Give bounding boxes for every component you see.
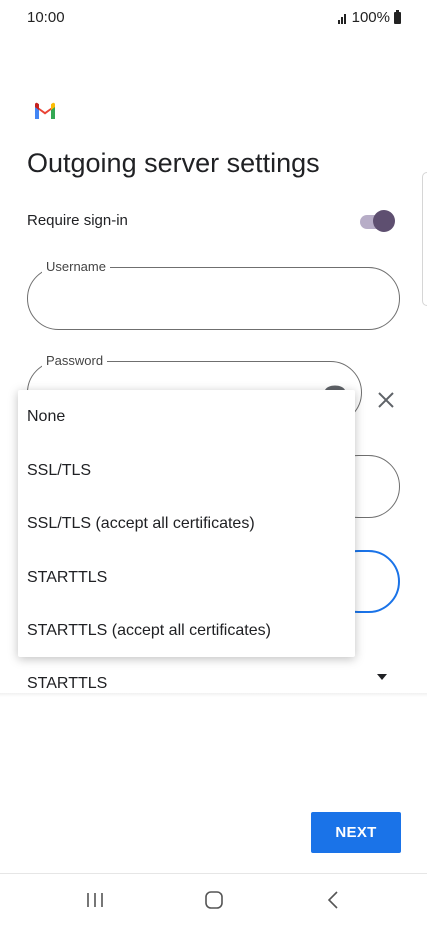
menu-item-ssl-tls[interactable]: SSL/TLS	[27, 462, 91, 480]
home-icon[interactable]	[205, 891, 223, 909]
back-icon[interactable]	[327, 891, 339, 909]
signal-icon	[337, 12, 346, 24]
battery-icon	[394, 9, 401, 24]
menu-item-none[interactable]: None	[27, 408, 65, 426]
dropdown-arrow-icon[interactable]	[377, 674, 387, 680]
menu-item-starttls-accept-all[interactable]: STARTTLS (accept all certificates)	[27, 622, 271, 640]
gmail-logo	[35, 102, 55, 119]
close-icon[interactable]	[376, 390, 396, 410]
status-time: 10:00	[27, 9, 65, 26]
username-field[interactable]: Username	[27, 259, 400, 330]
next-button[interactable]: NEXT	[311, 812, 401, 853]
page-title: Outgoing server settings	[27, 148, 320, 178]
toggle-knob	[373, 210, 395, 232]
security-type-value[interactable]: STARTTLS	[27, 675, 107, 693]
require-signin-toggle[interactable]	[360, 210, 396, 234]
battery-percent: 100%	[351, 9, 390, 26]
menu-item-starttls[interactable]: STARTTLS	[27, 569, 107, 587]
require-signin-label: Require sign-in	[27, 212, 128, 229]
nav-divider	[0, 873, 427, 874]
divider-shadow	[0, 693, 427, 697]
menu-item-ssl-tls-accept-all[interactable]: SSL/TLS (accept all certificates)	[27, 515, 255, 533]
password-label: Password	[42, 353, 108, 368]
status-indicators: 100%	[337, 9, 401, 26]
scroll-handle[interactable]	[422, 172, 427, 306]
recents-icon[interactable]	[86, 892, 104, 908]
username-label: Username	[42, 259, 110, 274]
security-dropdown-menu: None SSL/TLS SSL/TLS (accept all certifi…	[18, 390, 355, 657]
